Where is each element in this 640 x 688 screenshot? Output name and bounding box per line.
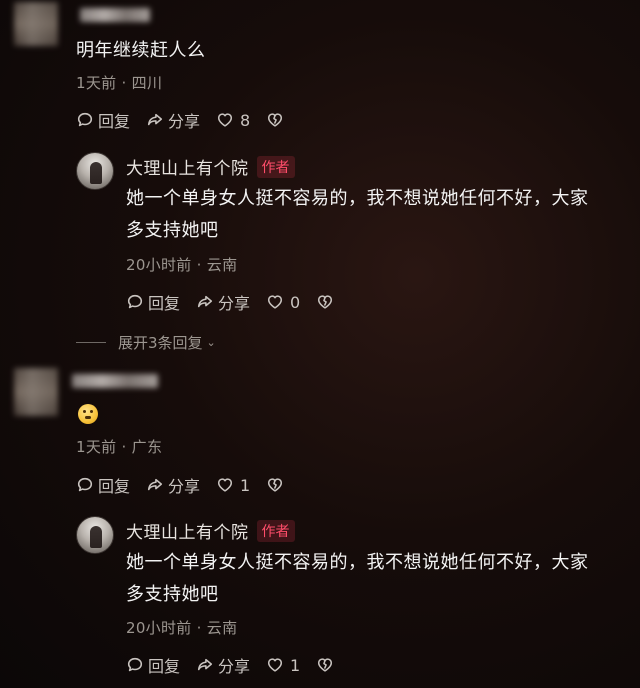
author-badge: 作者 xyxy=(256,519,295,542)
reply-meta: 20小时前 · 云南 xyxy=(126,256,238,274)
dislike-button[interactable] xyxy=(316,656,338,674)
commenter-name[interactable] xyxy=(80,8,150,22)
like-count: 0 xyxy=(290,292,301,312)
author-name[interactable]: 大理山上有个院 xyxy=(126,154,249,179)
reply-actions: 回复 分享 0 xyxy=(126,290,354,314)
author-header: 大理山上有个院 作者 xyxy=(126,518,295,543)
like-count: 1 xyxy=(240,475,251,495)
like-count: 1 xyxy=(290,655,301,675)
share-icon xyxy=(197,295,213,308)
dislike-button[interactable] xyxy=(266,111,288,129)
expand-replies-button[interactable]: 展开3条回复 ⌄ xyxy=(76,332,216,353)
reply-icon xyxy=(77,477,93,492)
broken-heart-icon xyxy=(318,295,333,309)
expand-label: 展开3条回复 xyxy=(118,334,203,352)
broken-heart-icon xyxy=(318,658,333,672)
reply-actions: 回复 分享 1 xyxy=(126,653,354,677)
broken-heart-icon xyxy=(268,478,283,492)
reply-text-line1: 她一个单身女人挺不容易的，我不想说她任何不好，大家 xyxy=(126,552,589,573)
heart-icon xyxy=(217,113,233,127)
thinking-emoji-icon xyxy=(78,404,98,424)
reply-text-line1: 她一个单身女人挺不容易的，我不想说她任何不好，大家 xyxy=(126,188,589,209)
share-icon xyxy=(147,478,163,491)
author-avatar[interactable] xyxy=(76,152,114,190)
commenter-avatar[interactable] xyxy=(14,368,58,416)
broken-heart-icon xyxy=(268,113,283,127)
reply-meta: 20小时前 · 云南 xyxy=(126,619,238,637)
author-name[interactable]: 大理山上有个院 xyxy=(126,518,249,543)
commenter-avatar[interactable] xyxy=(14,2,58,46)
share-label: 分享 xyxy=(168,112,201,131)
share-button[interactable]: 分享 xyxy=(196,653,250,677)
reply-button[interactable]: 回复 xyxy=(126,653,180,677)
commenter-name[interactable] xyxy=(72,374,158,388)
comment-meta: 1天前 · 四川 xyxy=(76,74,163,92)
reply-icon xyxy=(127,657,143,672)
heart-icon xyxy=(267,295,283,309)
reply-button[interactable]: 回复 xyxy=(76,108,130,132)
reply-button[interactable]: 回复 xyxy=(126,290,180,314)
comment-text: 明年继续赶人么 xyxy=(76,40,206,61)
author-avatar[interactable] xyxy=(76,516,114,554)
share-label: 分享 xyxy=(218,657,251,676)
author-header: 大理山上有个院 作者 xyxy=(126,154,295,179)
dislike-button[interactable] xyxy=(266,476,288,494)
comment-actions: 回复 分享 8 xyxy=(76,108,304,132)
share-icon xyxy=(147,113,163,126)
reply-label: 回复 xyxy=(148,294,181,313)
like-button[interactable]: 1 xyxy=(216,476,250,495)
chevron-down-icon: ⌄ xyxy=(206,336,216,349)
reply-text-line2: 多支持她吧 xyxy=(126,220,219,241)
like-button[interactable]: 1 xyxy=(266,656,300,675)
heart-icon xyxy=(217,478,233,492)
author-badge: 作者 xyxy=(256,155,295,178)
reply-label: 回复 xyxy=(98,477,131,496)
like-count: 8 xyxy=(240,110,251,130)
divider xyxy=(76,342,106,343)
reply-icon xyxy=(77,112,93,127)
share-button[interactable]: 分享 xyxy=(196,290,250,314)
reply-button[interactable]: 回复 xyxy=(76,473,130,497)
comment-meta: 1天前 · 广东 xyxy=(76,438,163,456)
like-button[interactable]: 8 xyxy=(216,111,250,130)
share-label: 分享 xyxy=(168,477,201,496)
reply-text-line2: 多支持她吧 xyxy=(126,584,219,605)
share-label: 分享 xyxy=(218,294,251,313)
share-button[interactable]: 分享 xyxy=(146,473,200,497)
comment-actions: 回复 分享 1 xyxy=(76,473,304,497)
like-button[interactable]: 0 xyxy=(266,293,300,312)
reply-label: 回复 xyxy=(148,657,181,676)
share-button[interactable]: 分享 xyxy=(146,108,200,132)
dislike-button[interactable] xyxy=(316,293,338,311)
heart-icon xyxy=(267,658,283,672)
reply-label: 回复 xyxy=(98,112,131,131)
share-icon xyxy=(197,658,213,671)
reply-icon xyxy=(127,294,143,309)
